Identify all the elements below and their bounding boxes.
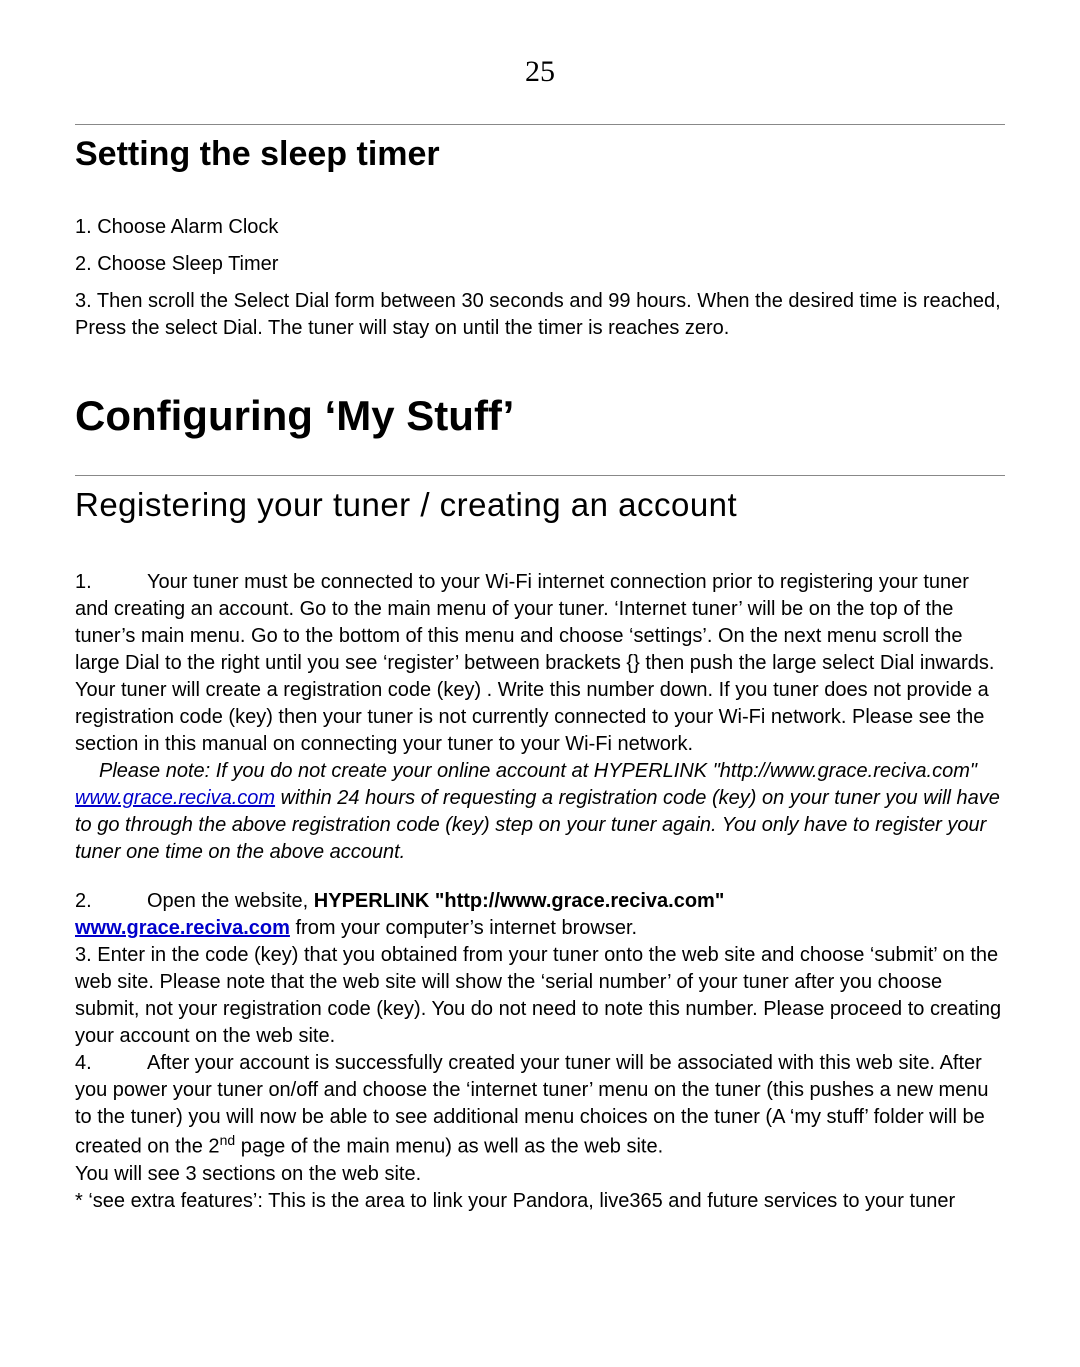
p2-hyperlink-label: HYPERLINK "http://www.grace.reciva.com" bbox=[314, 890, 725, 912]
sleep-step-2: 2. Choose Sleep Timer bbox=[75, 251, 1005, 278]
p2-tail: from your computer’s internet browser. bbox=[290, 917, 637, 939]
sleep-step-3: 3. Then scroll the Select Dial form betw… bbox=[75, 288, 1005, 342]
register-p1-text: Your tuner must be connected to your Wi-… bbox=[75, 571, 994, 755]
p2-lead: Open the website, bbox=[147, 890, 314, 912]
section-divider bbox=[75, 124, 1005, 125]
heading-configuring-my-stuff: Configuring ‘My Stuff’ bbox=[75, 392, 1005, 440]
p4-text-b: page of the main menu) as well as the we… bbox=[235, 1136, 663, 1158]
register-paragraph-2: 2.Open the website, HYPERLINK "http://ww… bbox=[75, 888, 1005, 942]
page-number: 25 bbox=[75, 55, 1005, 89]
note-lead-text: Please note: If you do not create your o… bbox=[99, 760, 977, 782]
register-please-note: Please note: If you do not create your o… bbox=[75, 758, 1005, 866]
heading-registering-tuner: Registering your tuner / creating an acc… bbox=[75, 486, 1005, 524]
note-hyperlink[interactable]: www.grace.reciva.com bbox=[75, 787, 275, 809]
p2-hyperlink[interactable]: www.grace.reciva.com bbox=[75, 917, 290, 939]
register-paragraph-1: 1.Your tuner must be connected to your W… bbox=[75, 569, 1005, 758]
register-paragraph-5: You will see 3 sections on the web site. bbox=[75, 1161, 1005, 1188]
register-paragraph-4: 4.After your account is successfully cre… bbox=[75, 1050, 1005, 1161]
document-page: 25 Setting the sleep timer 1. Choose Ala… bbox=[0, 0, 1080, 1275]
sleep-step-1: 1. Choose Alarm Clock bbox=[75, 214, 1005, 241]
list-number-2: 2. bbox=[75, 888, 147, 915]
section-divider bbox=[75, 475, 1005, 476]
register-paragraph-6: * ‘see extra features’: This is the area… bbox=[75, 1188, 1005, 1215]
register-paragraph-3: 3. Enter in the code (key) that you obta… bbox=[75, 942, 1005, 1050]
list-number-1: 1. bbox=[75, 569, 147, 596]
heading-sleep-timer: Setting the sleep timer bbox=[75, 135, 1005, 174]
p4-superscript: nd bbox=[220, 1132, 236, 1148]
list-number-4: 4. bbox=[75, 1050, 147, 1077]
